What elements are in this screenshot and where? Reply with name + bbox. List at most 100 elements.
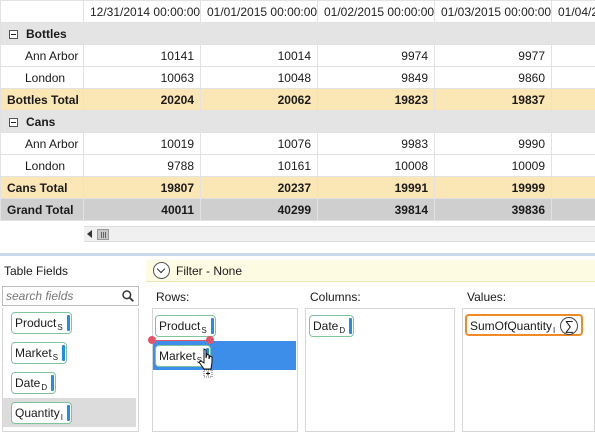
scroll-left-icon[interactable] — [87, 230, 92, 238]
field-item-quantity[interactable]: QuantityI — [3, 398, 136, 427]
data-cell[interactable]: 10161 — [200, 154, 318, 177]
data-cell[interactable]: 10048 — [200, 66, 318, 89]
field-item-product[interactable]: ProductS — [3, 308, 136, 337]
filter-label: Filter - None — [176, 264, 243, 278]
filter-bar[interactable]: Filter - None — [146, 260, 595, 282]
data-cell[interactable] — [551, 44, 595, 67]
field-type-suffix: S — [52, 353, 59, 362]
group-header-cans[interactable]: Cans — [0, 110, 595, 133]
date-column-header[interactable]: 01/03/2015 00:00:00 — [434, 0, 552, 23]
field-item-market[interactable]: MarketS — [3, 338, 136, 367]
rows-zone-label: Rows: — [156, 290, 190, 304]
subtotal-cell[interactable]: 20062 — [200, 88, 318, 111]
data-cell[interactable]: 10076 — [200, 132, 318, 155]
grand-total-cell[interactable]: 39814 — [317, 198, 435, 221]
table-row: London 9788 10161 10008 10009 — [0, 154, 595, 177]
collapse-icon[interactable] — [9, 117, 18, 127]
data-cell[interactable]: 10008 — [317, 154, 435, 177]
search-input[interactable] — [3, 287, 113, 305]
table-fields-title: Table Fields — [4, 264, 69, 278]
data-cell[interactable]: 9974 — [317, 44, 435, 67]
drop-indicator-line — [156, 340, 210, 341]
grand-total-cell[interactable]: 40299 — [200, 198, 318, 221]
field-type-suffix: S — [57, 323, 63, 332]
data-cell[interactable]: 9849 — [317, 66, 435, 89]
subtotal-cell[interactable]: 19807 — [83, 176, 201, 199]
row-label[interactable]: London — [0, 154, 84, 177]
field-type-suffix: D — [41, 383, 48, 392]
values-chip-sum-of-quantity[interactable]: SumOfQuantityI ∑ — [465, 314, 584, 336]
data-cell[interactable]: 10014 — [200, 44, 318, 67]
field-chip-quantity[interactable]: QuantityI — [11, 402, 72, 424]
columns-chip-date[interactable]: DateD — [309, 315, 355, 337]
search-icon[interactable] — [122, 290, 134, 302]
field-type-suffix: D — [339, 326, 346, 335]
field-type-suffix: I — [60, 413, 63, 422]
collapse-icon[interactable] — [9, 29, 18, 39]
subtotal-cell[interactable] — [551, 176, 595, 199]
subtotal-cell[interactable]: 19837 — [434, 88, 552, 111]
subtotal-cell[interactable]: 19823 — [317, 88, 435, 111]
field-type-suffix: I — [553, 326, 556, 335]
date-column-header[interactable]: 01/04/20 — [551, 0, 595, 23]
data-cell[interactable] — [551, 132, 595, 155]
column-header-row: 12/31/2014 00:00:00 01/01/2015 00:00:00 … — [0, 0, 595, 23]
row-label[interactable]: Ann Arbor — [0, 132, 84, 155]
date-column-header[interactable]: 01/01/2015 00:00:00 — [200, 0, 318, 23]
field-name: Quantity — [15, 406, 60, 420]
subtotal-cell[interactable]: 19999 — [434, 176, 552, 199]
field-item-date[interactable]: DateD — [3, 368, 136, 397]
date-column-header[interactable]: 01/02/2015 00:00:00 — [317, 0, 435, 23]
horizontal-scrollbar[interactable] — [84, 226, 595, 242]
subtotal-label: Cans Total — [0, 176, 84, 199]
header-corner — [0, 0, 84, 23]
data-cell[interactable]: 10063 — [83, 66, 201, 89]
table-row: London 10063 10048 9849 9860 — [0, 66, 595, 89]
drop-indicator-dot — [148, 336, 156, 344]
subtotal-cell[interactable]: 20204 — [83, 88, 201, 111]
group-name: Cans — [26, 114, 56, 129]
columns-zone-label: Columns: — [310, 290, 361, 304]
field-name: SumOfQuantity — [470, 319, 553, 333]
data-cell[interactable]: 9983 — [317, 132, 435, 155]
data-cell[interactable]: 10019 — [83, 132, 201, 155]
grand-total-row: Grand Total 40011 40299 39814 39836 — [0, 198, 595, 221]
field-chip-date[interactable]: DateD — [11, 372, 57, 394]
data-cell[interactable]: 9990 — [434, 132, 552, 155]
group-header-row: Bottles — [0, 22, 595, 45]
sigma-icon[interactable]: ∑ — [560, 317, 579, 335]
data-cell[interactable]: 9860 — [434, 66, 552, 89]
field-type-suffix: S — [201, 326, 207, 335]
grand-total-cell[interactable]: 40011 — [83, 198, 201, 221]
group-header-bottles[interactable]: Bottles — [0, 22, 595, 45]
subtotal-row: Cans Total 19807 20237 19991 19999 — [0, 176, 595, 199]
field-name: Market — [15, 346, 52, 360]
data-cell[interactable] — [551, 66, 595, 89]
group-name: Bottles — [26, 26, 67, 41]
row-label[interactable]: Ann Arbor — [0, 44, 84, 67]
subtotal-cell[interactable]: 19991 — [317, 176, 435, 199]
field-name: Product — [159, 319, 201, 333]
grand-total-label: Grand Total — [0, 198, 84, 221]
data-cell[interactable] — [551, 154, 595, 177]
field-chip-product[interactable]: ProductS — [11, 312, 72, 334]
scroll-thumb[interactable] — [97, 229, 109, 240]
date-column-header[interactable]: 12/31/2014 00:00:00 — [83, 0, 201, 23]
subtotal-cell[interactable]: 20237 — [200, 176, 318, 199]
table-row: Ann Arbor 10141 10014 9974 9977 — [0, 44, 595, 67]
subtotal-cell[interactable] — [551, 88, 595, 111]
data-cell[interactable]: 10009 — [434, 154, 552, 177]
data-cell[interactable]: 10141 — [83, 44, 201, 67]
field-chip-market[interactable]: MarketS — [11, 342, 68, 364]
grand-total-cell[interactable] — [551, 198, 595, 221]
pivot-grid: 12/31/2014 00:00:00 01/01/2015 00:00:00 … — [0, 0, 595, 222]
rows-chip-product[interactable]: ProductS — [155, 315, 216, 337]
filter-expand-icon[interactable] — [153, 262, 170, 279]
row-label[interactable]: London — [0, 66, 84, 89]
search-box[interactable] — [2, 286, 139, 306]
field-name: Product — [15, 316, 57, 330]
data-cell[interactable]: 9977 — [434, 44, 552, 67]
grand-total-cell[interactable]: 39836 — [434, 198, 552, 221]
values-zone-label: Values: — [467, 290, 507, 304]
data-cell[interactable]: 9788 — [83, 154, 201, 177]
